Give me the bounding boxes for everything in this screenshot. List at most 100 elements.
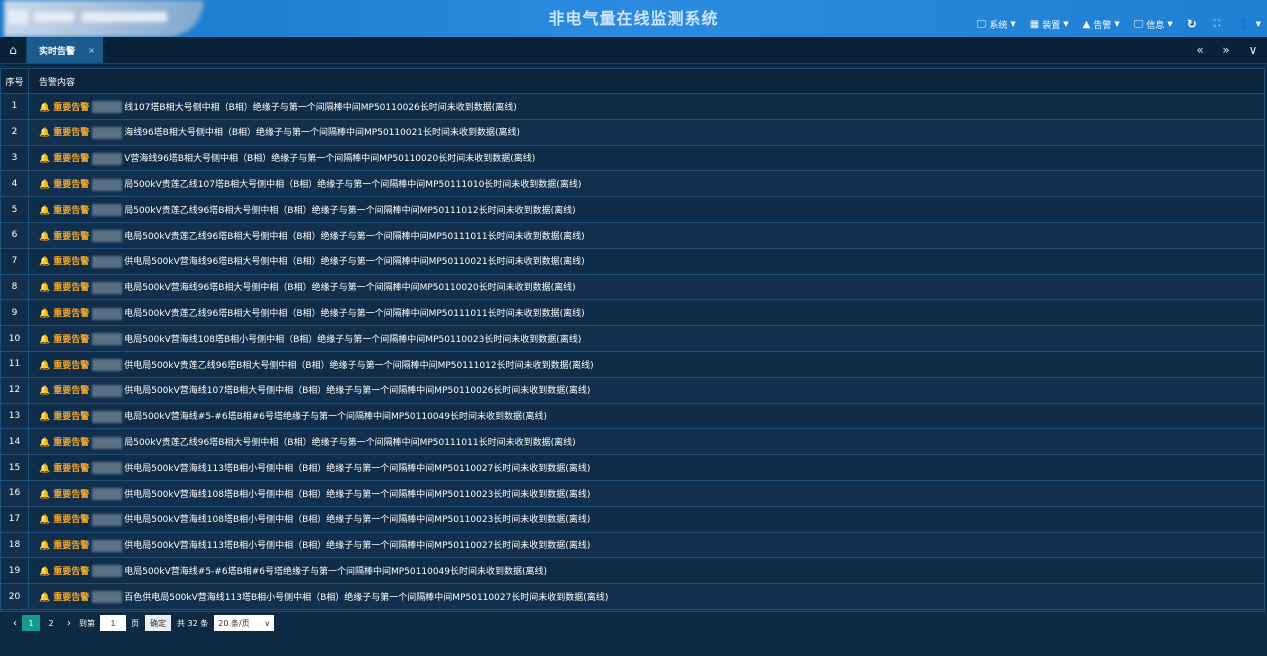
table-row[interactable]: 5 🔔 重要告警 局500kV贵莲乙线96塔B相大号侧中相（B相）绝缘子与第一个间隔棒… bbox=[1, 196, 1264, 223]
home-icon: ⌂ bbox=[9, 43, 17, 57]
table-row[interactable]: 19 🔔 重要告警 电局500kV营海线#5-#6塔B相#6号塔绝缘子与第一个间隔棒中… bbox=[1, 557, 1264, 585]
table-row[interactable]: 7 🔔 重要告警 供电局500kV营海线96塔B相大号侧中相（B相）绝缘子与第一个间隔… bbox=[1, 248, 1264, 275]
menu-system[interactable]: 🖵 系统 ▼ bbox=[977, 18, 1016, 31]
redacted-region bbox=[92, 410, 123, 423]
column-header-no[interactable]: 序号 bbox=[1, 69, 29, 94]
redacted-region bbox=[92, 591, 123, 604]
caret-down-icon: ▼ bbox=[1255, 20, 1261, 28]
alarm-level: 重要告警 bbox=[53, 592, 90, 603]
row-number: 17 bbox=[1, 506, 29, 533]
goto-page-input[interactable] bbox=[100, 615, 126, 631]
alarm-level: 重要告警 bbox=[53, 154, 90, 165]
bell-icon: 🔔 bbox=[39, 128, 51, 139]
tab-scroll-right-button[interactable]: » bbox=[1214, 37, 1238, 63]
alarm-text: 供电局500kV营海线113塔B相小号侧中相（B相）绝缘子与第一个间隔棒中间MP… bbox=[124, 541, 591, 552]
alarm-content-cell: 🔔 重要告警 线107塔B相大号侧中相（B相）绝缘子与第一个间隔棒中间MP50110… bbox=[28, 93, 1264, 120]
bell-icon: 🔔 bbox=[39, 180, 51, 191]
bell-icon: 🔔 bbox=[39, 566, 51, 577]
redacted-region bbox=[92, 230, 123, 243]
alarm-level: 重要告警 bbox=[53, 309, 90, 320]
bell-icon: 🔔 bbox=[39, 541, 51, 552]
next-page-icon[interactable]: › bbox=[62, 618, 76, 629]
home-button[interactable]: ⌂ bbox=[0, 37, 27, 63]
user-menu[interactable]: 👤 ▼ bbox=[1237, 19, 1261, 30]
bell-icon: 🔔 bbox=[39, 334, 51, 345]
table-row[interactable]: 13 🔔 重要告警 电局500kV营海线#5-#6塔B相#6号塔绝缘子与第一个间隔棒中… bbox=[1, 403, 1264, 430]
menu-info[interactable]: 🖵 信息 ▼ bbox=[1134, 18, 1173, 31]
alarm-level: 重要告警 bbox=[53, 438, 90, 448]
alarm-text: 电局500kV营海线96塔B相大号侧中相（B相）绝缘子与第一个间隔棒中间MP50… bbox=[124, 283, 576, 294]
alarm-text: 局500kV贵莲乙线96塔B相大号侧中相（B相）绝缘子与第一个间隔棒中间MP50… bbox=[124, 205, 576, 216]
alarm-content-cell: 🔔 重要告警 供电局500kV营海线107塔B相大号侧中相（B相）绝缘子与第一个间隔… bbox=[28, 377, 1264, 404]
bell-icon: 🔔 bbox=[39, 515, 51, 526]
alarm-text: 局500kV贵莲乙线107塔B相大号侧中相（B相）绝缘子与第一个间隔棒中间MP5… bbox=[124, 180, 582, 191]
refresh-button[interactable]: ↻ bbox=[1187, 17, 1200, 31]
alarm-level: 重要告警 bbox=[53, 566, 90, 577]
chevron-down-icon: ∨ bbox=[1248, 43, 1258, 57]
alarm-level: 重要告警 bbox=[53, 334, 90, 345]
alarm-content-cell: 🔔 重要告警 供电局500kV营海线113塔B相小号侧中相（B相）绝缘子与第一个间隔… bbox=[28, 454, 1264, 481]
table-row[interactable]: 6 🔔 重要告警 电局500kV贵莲乙线96塔B相大号侧中相（B相）绝缘子与第一个间隔… bbox=[1, 222, 1264, 249]
table-row[interactable]: 14 🔔 重要告警 局500kV贵莲乙线96塔B相大号侧中相（B相）绝缘子与第一个间隔… bbox=[1, 428, 1264, 456]
tab-more-button[interactable]: ∨ bbox=[1241, 37, 1265, 63]
tab-realtime-alarm[interactable]: 实时告警 × bbox=[27, 37, 103, 63]
row-number: 4 bbox=[1, 170, 29, 198]
alarm-level: 重要告警 bbox=[53, 205, 90, 216]
top-menu: 🖵 系统 ▼ ▦ 装置 ▼ ▲ 告警 ▼ 🖵 信息 ▼ ↻ ⛶ 👤 ▼ bbox=[963, 16, 1261, 32]
table-row[interactable]: 10 🔔 重要告警 电局500kV营海线108塔B相小号侧中相（B相）绝缘子与第一个间… bbox=[1, 325, 1264, 352]
alarm-level: 重要告警 bbox=[53, 463, 90, 474]
alarm-text: 电局500kV营海线#5-#6塔B相#6号塔绝缘子与第一个间隔棒中间MP5011… bbox=[124, 566, 548, 577]
row-number: 18 bbox=[1, 532, 29, 559]
redacted-region bbox=[92, 307, 123, 320]
alert-icon: ▲ bbox=[1082, 18, 1091, 30]
fullscreen-button[interactable]: ⛶ bbox=[1214, 19, 1223, 29]
alarm-content-cell: 🔔 重要告警 供电局500kV营海线96塔B相大号侧中相（B相）绝缘子与第一个间隔棒… bbox=[28, 248, 1264, 275]
table-row[interactable]: 3 🔔 重要告警 V营海线96塔B相大号侧中相（B相）绝缘子与第一个间隔棒中间MP50… bbox=[1, 145, 1264, 172]
tab-label: 实时告警 bbox=[39, 46, 76, 57]
menu-alert[interactable]: ▲ 告警 ▼ bbox=[1083, 18, 1120, 31]
confirm-button[interactable]: 确定 bbox=[145, 615, 171, 631]
alarm-level: 重要告警 bbox=[53, 257, 90, 268]
bell-icon: 🔔 bbox=[39, 438, 51, 448]
table-row[interactable]: 17 🔔 重要告警 供电局500kV营海线108塔B相小号侧中相（B相）绝缘子与第一个… bbox=[1, 506, 1264, 533]
table-row[interactable]: 15 🔔 重要告警 供电局500kV营海线113塔B相小号侧中相（B相）绝缘子与第一个… bbox=[1, 454, 1264, 481]
user-icon: 👤 bbox=[1237, 18, 1250, 30]
alarm-level: 重要告警 bbox=[53, 515, 90, 526]
redacted-region bbox=[92, 255, 123, 268]
alarm-text: 局500kV贵莲乙线96塔B相大号侧中相（B相）绝缘子与第一个间隔棒中间MP50… bbox=[124, 438, 576, 448]
table-row[interactable]: 20 🔔 重要告警 百色供电局500kV营海线113塔B相小号侧中相（B相）绝缘子与第… bbox=[1, 583, 1264, 610]
page-size-select[interactable]: 20 条/页 ∨ bbox=[214, 615, 275, 631]
alarm-content-cell: 🔔 重要告警 电局500kV营海线#5-#6塔B相#6号塔绝缘子与第一个间隔棒中间M… bbox=[28, 557, 1264, 585]
alarm-content-cell: 🔔 重要告警 局500kV贵莲乙线96塔B相大号侧中相（B相）绝缘子与第一个间隔棒中… bbox=[28, 196, 1264, 223]
redacted-region bbox=[92, 204, 123, 217]
goto-label: 到第 bbox=[79, 618, 95, 628]
monitor-icon: 🖵 bbox=[1133, 18, 1144, 30]
table-row[interactable]: 16 🔔 重要告警 供电局500kV营海线108塔B相小号侧中相（B相）绝缘子与第一个… bbox=[1, 480, 1264, 507]
redacted-region bbox=[92, 152, 123, 165]
refresh-icon: ↻ bbox=[1186, 17, 1197, 31]
table-row[interactable]: 11 🔔 重要告警 供电局500kV贵莲乙线96塔B相大号侧中相（B相）绝缘子与第一个… bbox=[1, 351, 1264, 378]
page-1-button[interactable]: 1 bbox=[22, 615, 40, 631]
prev-page-icon[interactable]: ‹ bbox=[8, 618, 22, 629]
table-row[interactable]: 4 🔔 重要告警 局500kV贵莲乙线107塔B相大号侧中相（B相）绝缘子与第一个间隔… bbox=[1, 170, 1264, 198]
tab-bar: ⌂ 实时告警 × « » ∨ bbox=[0, 37, 1267, 64]
row-number: 2 bbox=[1, 119, 29, 146]
tab-scroll-left-button[interactable]: « bbox=[1188, 37, 1212, 63]
row-number: 12 bbox=[1, 377, 29, 404]
page-size-value: 20 条/页 bbox=[218, 618, 250, 628]
table-row[interactable]: 18 🔔 重要告警 供电局500kV营海线113塔B相小号侧中相（B相）绝缘子与第一个… bbox=[1, 532, 1264, 559]
close-icon[interactable]: × bbox=[88, 46, 95, 55]
bell-icon: 🔔 bbox=[39, 386, 51, 397]
column-header-content[interactable]: 告警内容 bbox=[28, 69, 1264, 94]
menu-system-label: 系统 bbox=[989, 20, 1008, 31]
table-row[interactable]: 9 🔔 重要告警 电局500kV贵莲乙线96塔B相大号侧中相（B相）绝缘子与第一个间隔… bbox=[1, 299, 1264, 327]
alarm-text: 电局500kV营海线#5-#6塔B相#6号塔绝缘子与第一个间隔棒中间MP5011… bbox=[124, 412, 548, 423]
page-2-button[interactable]: 2 bbox=[42, 615, 60, 631]
bell-icon: 🔔 bbox=[39, 489, 51, 500]
table-row[interactable]: 2 🔔 重要告警 海线96塔B相大号侧中相（B相）绝缘子与第一个间隔棒中间MP5011… bbox=[1, 119, 1264, 146]
table-row[interactable]: 8 🔔 重要告警 电局500kV营海线96塔B相大号侧中相（B相）绝缘子与第一个间隔棒… bbox=[1, 274, 1264, 301]
menu-device[interactable]: ▦ 装置 ▼ bbox=[1030, 18, 1069, 31]
table-row[interactable]: 1 🔔 重要告警 线107塔B相大号侧中相（B相）绝缘子与第一个间隔棒中间MP5011… bbox=[1, 93, 1264, 120]
table-row[interactable]: 12 🔔 重要告警 供电局500kV营海线107塔B相大号侧中相（B相）绝缘子与第一个… bbox=[1, 377, 1264, 404]
alarm-content-cell: 🔔 重要告警 供电局500kV贵莲乙线96塔B相大号侧中相（B相）绝缘子与第一个间隔… bbox=[28, 351, 1264, 378]
